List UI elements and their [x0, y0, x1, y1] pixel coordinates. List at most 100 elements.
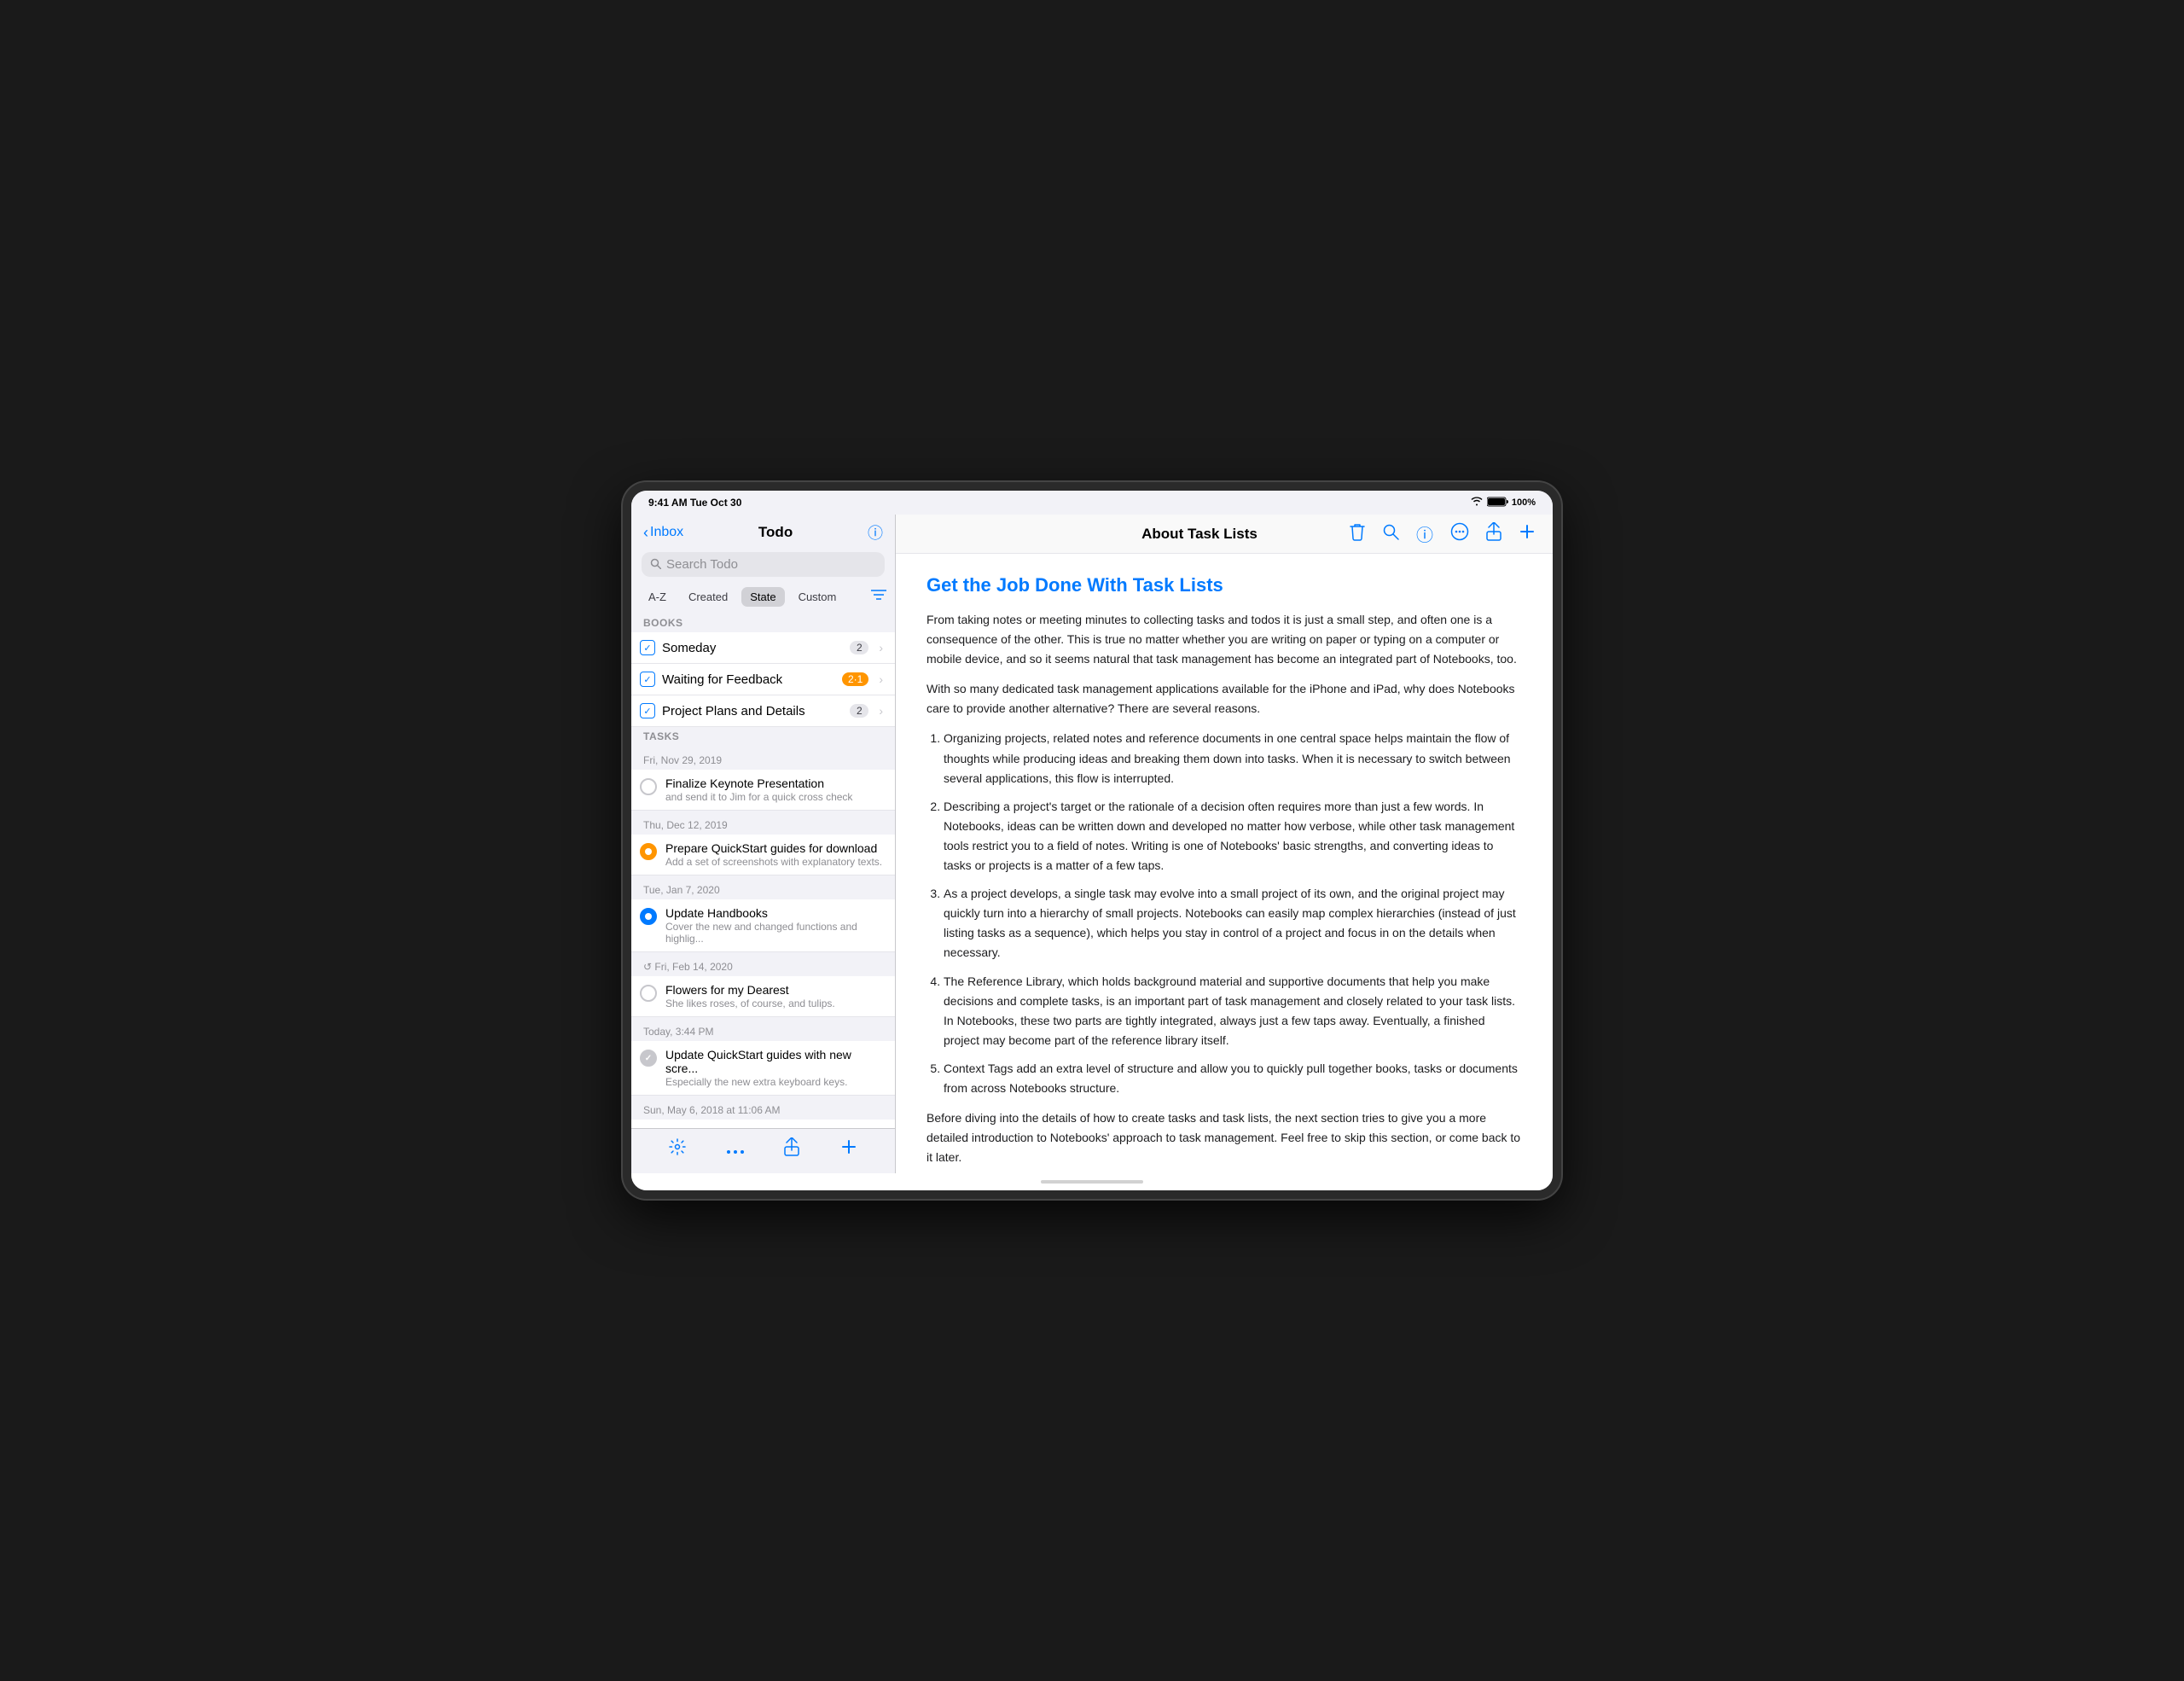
task-date-6: Sun, May 6, 2018 at 11:06 AM	[631, 1096, 895, 1120]
add-icon[interactable]	[840, 1138, 857, 1160]
sort-bar: A-Z Created State Custom	[631, 584, 895, 614]
filter-icon-button[interactable]	[871, 589, 886, 605]
right-panel: About Task Lists ⓘ	[896, 515, 1553, 1173]
main-content: ‹ Inbox Todo ⓘ Search Todo A-Z Created S…	[631, 515, 1553, 1173]
share-icon[interactable]	[784, 1137, 799, 1161]
task-item-6[interactable]: ✕ Prepare Vacation	[631, 1120, 895, 1128]
task-subtitle-1: and send it to Jim for a quick cross che…	[665, 791, 883, 803]
chevron-right-icon-2: ›	[879, 672, 883, 686]
info-icon-header[interactable]: ⓘ	[1416, 521, 1433, 546]
search-icon	[650, 558, 661, 572]
back-label: Inbox	[650, 525, 683, 540]
add-icon-header[interactable]	[1519, 523, 1536, 545]
status-bar-right: 100%	[1470, 497, 1536, 509]
list-item-2: Describing a project's target or the rat…	[944, 797, 1522, 875]
task-circle-2	[640, 843, 657, 860]
status-time: 9:41 AM Tue Oct 30	[648, 497, 741, 509]
task-circle-5: ✓	[640, 1050, 657, 1067]
book-checkbox-project: ✓	[640, 703, 655, 718]
search-bar[interactable]: Search Todo	[642, 552, 885, 577]
book-checkbox-someday: ✓	[640, 640, 655, 655]
status-bar: 9:41 AM Tue Oct 30 100%	[631, 491, 1553, 515]
search-icon-header[interactable]	[1382, 523, 1399, 545]
ellipsis-icon[interactable]	[727, 1140, 744, 1160]
chevron-right-icon: ›	[879, 641, 883, 654]
sort-custom[interactable]: Custom	[790, 587, 845, 607]
right-header-icons: ⓘ	[1350, 521, 1536, 546]
task-item-1[interactable]: Finalize Keynote Presentation and send i…	[631, 770, 895, 811]
task-item-2[interactable]: Prepare QuickStart guides for download A…	[631, 835, 895, 875]
sort-state[interactable]: State	[741, 587, 784, 607]
battery-icon	[1487, 497, 1508, 509]
task-circle-inner-3	[645, 913, 652, 920]
check-icon: ✓	[645, 1054, 652, 1063]
panel-title: Todo	[758, 524, 793, 541]
article-list: Organizing projects, related notes and r…	[944, 729, 1522, 1098]
task-item-3[interactable]: Update Handbooks Cover the new and chang…	[631, 899, 895, 952]
task-subtitle-2: Add a set of screenshots with explanator…	[665, 856, 883, 868]
left-panel: ‹ Inbox Todo ⓘ Search Todo A-Z Created S…	[631, 515, 896, 1173]
list-item-3: As a project develops, a single task may…	[944, 884, 1522, 963]
task-circle-4	[640, 985, 657, 1002]
article-para-3: Before diving into the details of how to…	[926, 1108, 1522, 1167]
chevron-left-icon: ‹	[643, 524, 648, 542]
chevron-right-icon-3: ›	[879, 704, 883, 718]
share-icon-header[interactable]	[1486, 522, 1502, 546]
book-item-project[interactable]: ✓ Project Plans and Details 2 ›	[631, 695, 895, 727]
task-item-4[interactable]: Flowers for my Dearest She likes roses, …	[631, 976, 895, 1017]
book-name-project: Project Plans and Details	[662, 704, 843, 718]
article-panel-title: About Task Lists	[1141, 526, 1258, 543]
task-item-5[interactable]: ✓ Update QuickStart guides with new scre…	[631, 1041, 895, 1096]
list-item-5: Context Tags add an extra level of struc…	[944, 1059, 1522, 1098]
article-content: Get the Job Done With Task Lists From ta…	[896, 554, 1553, 1173]
task-title-3: Update Handbooks	[665, 906, 883, 920]
task-date-2: Thu, Dec 12, 2019	[631, 811, 895, 835]
task-title-5: Update QuickStart guides with new scre..…	[665, 1048, 883, 1075]
task-text-5: Update QuickStart guides with new scre..…	[665, 1048, 883, 1088]
task-subtitle-3: Cover the new and changed functions and …	[665, 921, 883, 945]
left-bottom-bar	[631, 1128, 895, 1173]
task-text-3: Update Handbooks Cover the new and chang…	[665, 906, 883, 945]
sort-created[interactable]: Created	[680, 587, 736, 607]
ipad-frame: 9:41 AM Tue Oct 30 100% ‹ Inbox Todo ⓘ	[623, 482, 1561, 1199]
book-checkbox-waiting: ✓	[640, 672, 655, 687]
book-badge-waiting: 2·1	[842, 672, 868, 686]
task-text-1: Finalize Keynote Presentation and send i…	[665, 777, 883, 803]
task-date-5: Today, 3:44 PM	[631, 1017, 895, 1041]
task-subtitle-4: She likes roses, of course, and tulips.	[665, 998, 883, 1009]
task-date-3: Tue, Jan 7, 2020	[631, 875, 895, 899]
ellipsis-circle-icon[interactable]	[1450, 522, 1469, 546]
task-circle-inner-2	[645, 848, 652, 855]
book-name-waiting: Waiting for Feedback	[662, 672, 835, 687]
sort-az[interactable]: A-Z	[640, 587, 675, 607]
task-title-4: Flowers for my Dearest	[665, 983, 883, 997]
home-bar	[1041, 1180, 1143, 1184]
wifi-icon	[1470, 497, 1484, 509]
book-name-someday: Someday	[662, 641, 843, 655]
article-para-2: With so many dedicated task management a…	[926, 679, 1522, 718]
inbox-back[interactable]: ‹ Inbox	[643, 524, 683, 542]
battery-label: 100%	[1512, 497, 1536, 508]
task-circle-1	[640, 778, 657, 795]
book-item-waiting[interactable]: ✓ Waiting for Feedback 2·1 ›	[631, 664, 895, 695]
article-para-1: From taking notes or meeting minutes to …	[926, 610, 1522, 669]
trash-icon[interactable]	[1350, 522, 1365, 546]
book-badge-project: 2	[850, 704, 868, 718]
home-indicator	[631, 1173, 1553, 1190]
list-item-1: Organizing projects, related notes and r…	[944, 729, 1522, 788]
left-header: ‹ Inbox Todo ⓘ	[631, 515, 895, 549]
book-badge-someday: 2	[850, 641, 868, 654]
status-bar-left: 9:41 AM Tue Oct 30	[648, 497, 741, 509]
search-placeholder: Search Todo	[666, 557, 738, 572]
books-section-label: BOOKS	[631, 614, 895, 632]
task-text-4: Flowers for my Dearest She likes roses, …	[665, 983, 883, 1009]
task-title-1: Finalize Keynote Presentation	[665, 777, 883, 790]
task-date-4: ↺ Fri, Feb 14, 2020	[631, 952, 895, 976]
task-text-2: Prepare QuickStart guides for download A…	[665, 841, 883, 868]
article-heading-1: Get the Job Done With Task Lists	[926, 574, 1522, 596]
task-circle-3	[640, 908, 657, 925]
task-title-2: Prepare QuickStart guides for download	[665, 841, 883, 855]
info-circle-icon[interactable]: ⓘ	[868, 521, 883, 544]
book-item-someday[interactable]: ✓ Someday 2 ›	[631, 632, 895, 664]
gear-icon[interactable]	[669, 1138, 686, 1160]
